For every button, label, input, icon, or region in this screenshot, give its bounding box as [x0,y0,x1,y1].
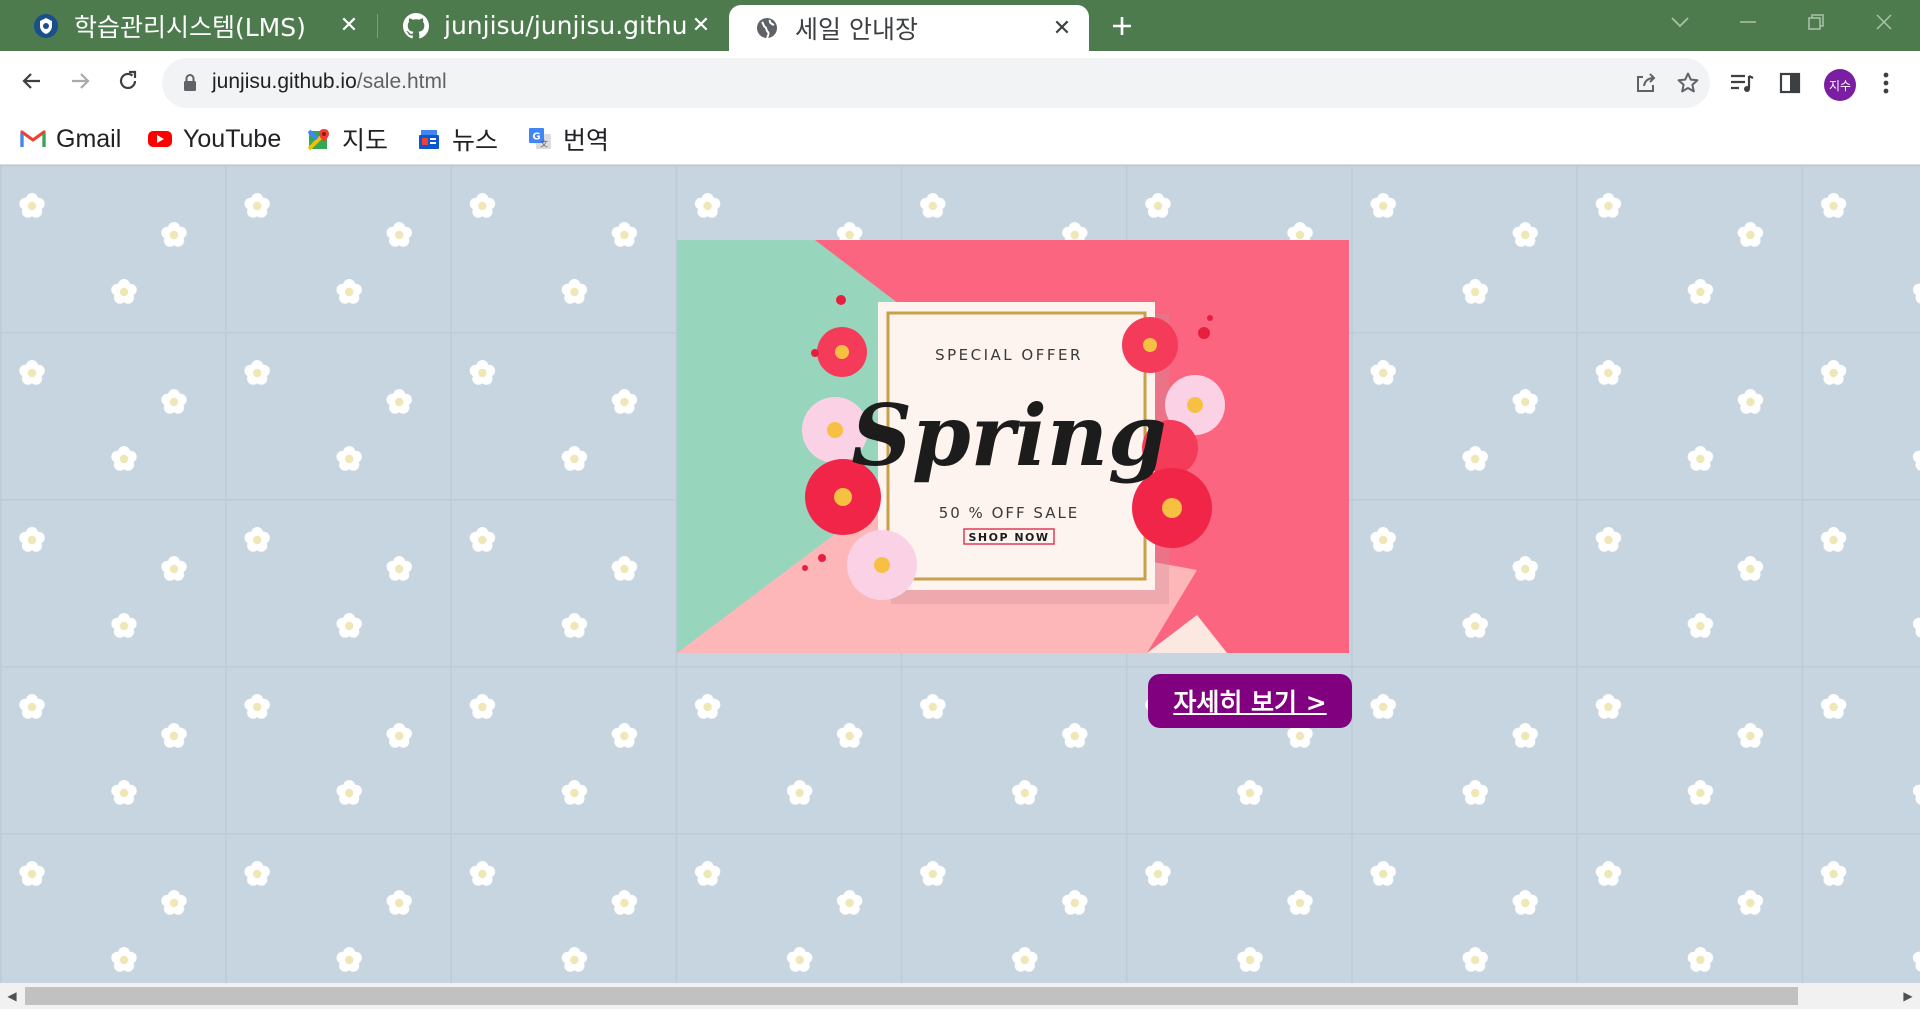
bookmark-label: 뉴스 [452,127,499,155]
new-tab-button[interactable] [1105,9,1139,43]
gmail-icon [20,126,46,152]
svg-text:文: 文 [540,139,548,149]
bookmark-label: 번역 [563,127,610,155]
tab-title: 학습관리시스템(LMS) [74,12,306,42]
bookmark-youtube[interactable]: YouTube [147,122,281,156]
globe-icon [753,14,781,42]
spring-sale-banner: SPECIAL OFFER Spring 50 % OFF SALE SHOP … [677,240,1349,653]
restore-icon[interactable] [1786,0,1846,44]
window-close-icon[interactable] [1854,0,1914,44]
lms-shield-icon [32,12,60,40]
horizontal-scrollbar[interactable]: ◀ ▶ [0,983,1920,1009]
bookmark-label: Gmail [56,124,122,153]
maps-icon [306,126,332,152]
minimize-icon[interactable] [1718,0,1778,44]
arrow-left-icon [20,69,44,97]
tab-lms[interactable]: 학습관리시스템(LMS) ✕ [8,0,376,51]
scroll-right-icon[interactable]: ▶ [1900,987,1916,1005]
page-content: SPECIAL OFFER Spring 50 % OFF SALE SHOP … [0,165,1920,983]
close-icon[interactable]: ✕ [686,11,716,41]
forward-button[interactable] [60,63,100,103]
bookmark-maps[interactable]: 지도 [306,122,388,156]
close-icon[interactable]: ✕ [334,11,364,41]
address-bar[interactable]: junjisu.github.io/sale.html [162,58,1710,108]
bookmark-label: 지도 [342,127,389,155]
close-icon[interactable]: ✕ [1047,13,1077,43]
bookmark-star-icon[interactable] [1674,69,1702,97]
profile-avatar[interactable]: 지수 [1824,69,1856,101]
tab-search-icon[interactable] [1650,0,1710,44]
news-icon [416,126,442,152]
tab-strip: 학습관리시스템(LMS) ✕ junjisu/junjisu.github.io… [0,0,1920,51]
view-details-button[interactable]: 자세히 보기 > [1148,674,1352,728]
tab-title: 세일 안내장 [795,15,918,44]
media-control-icon[interactable] [1724,65,1760,101]
reload-button[interactable] [108,63,148,103]
browser-toolbar: junjisu.github.io/sale.html 지수 [0,51,1920,116]
shop-now-text: SHOP NOW [968,531,1049,544]
translate-icon: G文 [527,126,553,152]
scrollbar-thumb[interactable] [25,987,1798,1005]
tab-github[interactable]: junjisu/junjisu.github.io ✕ [378,0,728,51]
url-text: junjisu.github.io/sale.html [212,70,447,94]
bookmark-news[interactable]: 뉴스 [416,122,498,156]
more-menu-icon[interactable] [1868,65,1904,101]
special-offer-text: SPECIAL OFFER [935,346,1083,364]
spring-headline: Spring [851,386,1166,485]
url-domain: junjisu.github.io [212,70,357,93]
bookmark-gmail[interactable]: Gmail [20,122,121,156]
arrow-right-icon [68,69,92,97]
back-button[interactable] [12,63,52,103]
lock-icon[interactable] [176,69,204,97]
tab-sale[interactable]: 세일 안내장 ✕ [729,5,1089,51]
discount-text: 50 % OFF SALE [939,504,1080,522]
reload-icon [116,69,140,97]
github-icon [402,12,430,40]
scroll-left-icon[interactable]: ◀ [4,987,20,1005]
bookmark-label: YouTube [183,124,282,153]
side-panel-icon[interactable] [1772,65,1808,101]
youtube-icon [147,126,173,152]
bookmark-translate[interactable]: G文 번역 [527,122,609,156]
share-icon[interactable] [1632,69,1660,97]
bookmarks-bar: Gmail YouTube 지도 뉴스 G文 번역 [0,116,1920,165]
tab-title: junjisu/junjisu.github.io [444,11,686,40]
url-path: /sale.html [356,70,447,93]
